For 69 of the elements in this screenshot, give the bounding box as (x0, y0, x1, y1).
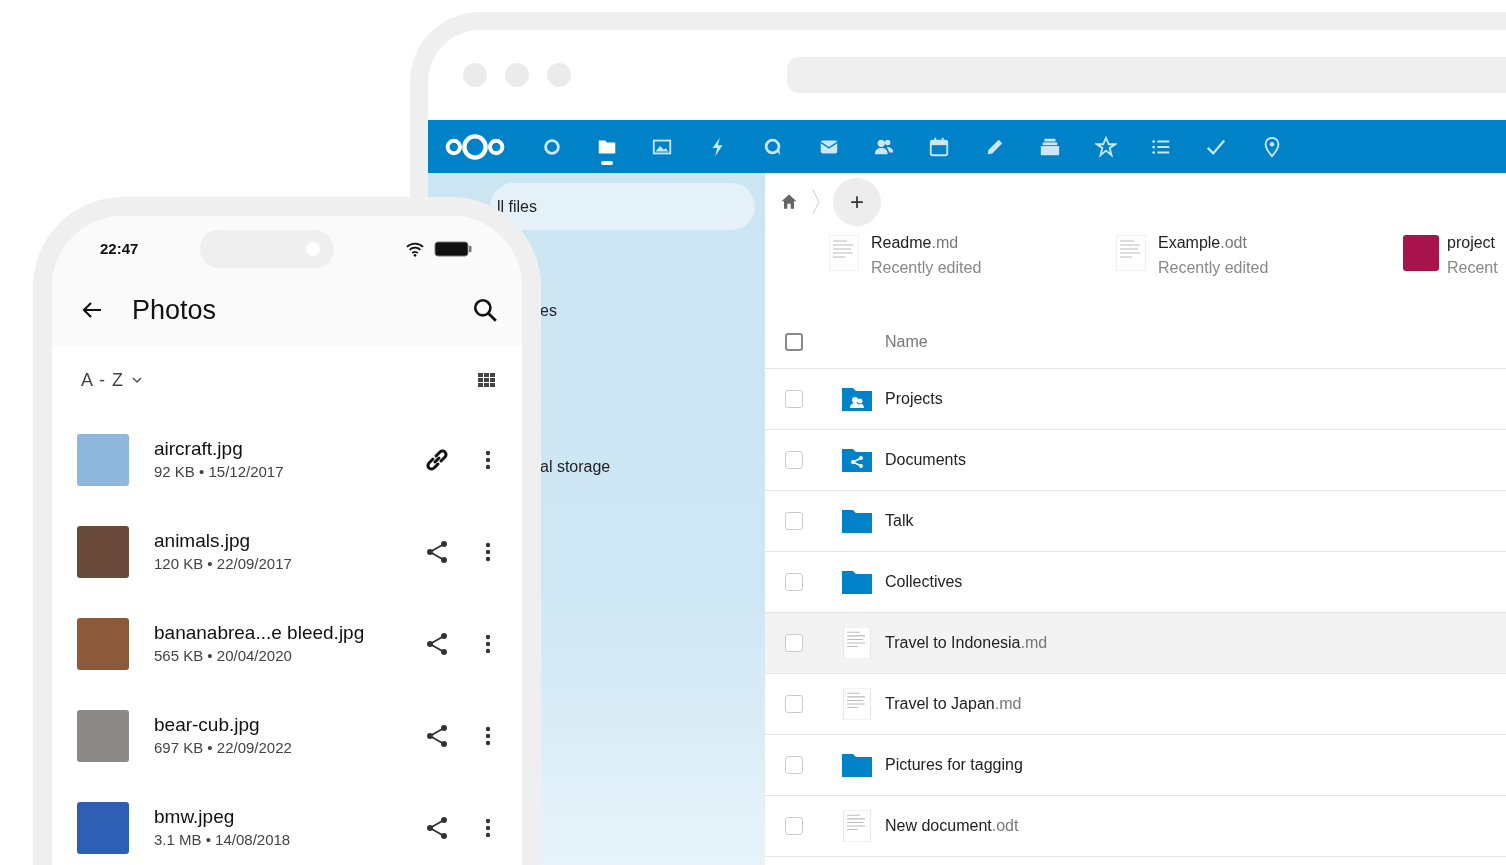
more-options-icon[interactable] (485, 450, 491, 470)
row-checkbox[interactable] (785, 390, 803, 408)
more-options-icon[interactable] (485, 542, 491, 562)
file-name: Projects (885, 389, 943, 409)
row-checkbox[interactable] (785, 756, 803, 774)
file-name: aircraft.jpg (154, 437, 244, 461)
row-checkbox[interactable] (785, 451, 803, 469)
file-name: bmw.jpeg (154, 805, 236, 829)
file-name[interactable]: Readme.md (871, 230, 982, 255)
file-row[interactable]: Travel to Indonesia.md (765, 613, 1506, 674)
document-thumbnail (1116, 235, 1146, 271)
calendar-icon[interactable] (928, 135, 951, 158)
wifi-icon (406, 241, 424, 257)
file-meta: 697 KB • 22/09/2022 (154, 738, 293, 758)
file-row[interactable]: Talk (765, 491, 1506, 552)
new-button[interactable]: + (833, 177, 881, 226)
file-name: Collectives (885, 572, 963, 592)
status-time: 22:47 (100, 238, 139, 259)
file-row[interactable]: Projects (765, 369, 1506, 430)
sidebar-item[interactable]: al storage (540, 443, 611, 490)
sidebar-item[interactable]: es (540, 287, 557, 334)
chevron-icon (811, 187, 821, 216)
file-meta: 3.1 MB • 14/08/2018 (154, 830, 292, 850)
more-options-icon[interactable] (485, 726, 491, 746)
file-name: Pictures for tagging (885, 755, 1023, 775)
file-note: Recently edited (871, 258, 982, 278)
more-options-icon[interactable] (485, 818, 491, 838)
file-name[interactable]: Example.odt (1158, 230, 1269, 255)
file-meta: 120 KB • 22/09/2017 (154, 554, 293, 574)
image-thumbnail (1403, 235, 1439, 271)
search-button[interactable] (472, 297, 498, 323)
document-icon (841, 688, 873, 720)
file-name[interactable]: project (1447, 230, 1498, 255)
file-row[interactable]: Travel to Japan.md (765, 674, 1506, 735)
file-name: bear-cub.jpg (154, 713, 261, 737)
column-header[interactable]: Name (885, 330, 928, 354)
file-meta: 565 KB • 20/04/2020 (154, 646, 293, 666)
row-checkbox[interactable] (785, 573, 803, 591)
file-name: Travel to Japan.md (885, 694, 1022, 714)
file-row[interactable]: New document.odt (765, 796, 1506, 857)
select-all-checkbox[interactable] (785, 333, 803, 351)
file-name: animals.jpg (154, 529, 252, 553)
grid-view-icon[interactable] (478, 373, 495, 387)
chevron-down-icon[interactable] (131, 376, 143, 384)
file-name: New document.odt (885, 816, 1019, 836)
row-checkbox[interactable] (785, 695, 803, 713)
document-icon (841, 627, 873, 659)
link-icon[interactable] (423, 446, 451, 474)
more-options-icon[interactable] (485, 634, 491, 654)
battery-icon (434, 241, 472, 257)
file-note: Recent (1447, 258, 1498, 278)
star-icon[interactable] (1094, 135, 1117, 158)
row-checkbox[interactable] (785, 634, 803, 652)
row-checkbox[interactable] (785, 512, 803, 530)
sidebar-item[interactable]: ll files (490, 183, 755, 230)
file-row[interactable]: Pictures for tagging (765, 735, 1506, 796)
document-icon (841, 810, 873, 842)
screen-title: Photos (132, 293, 218, 327)
file-name: Documents (885, 450, 966, 470)
document-thumbnail (829, 235, 859, 271)
file-name: Talk (885, 511, 914, 531)
file-row[interactable]: Documents (765, 430, 1506, 491)
row-checkbox[interactable] (785, 817, 803, 835)
file-name: Travel to Indonesia.md (885, 633, 1048, 653)
active-indicator (601, 161, 614, 165)
file-note: Recently edited (1158, 258, 1269, 278)
file-name: bananabrea...e bleed.jpg (154, 621, 366, 645)
sort-button[interactable]: A - Z (81, 366, 124, 394)
file-meta: 92 KB • 15/12/2017 (154, 462, 285, 482)
